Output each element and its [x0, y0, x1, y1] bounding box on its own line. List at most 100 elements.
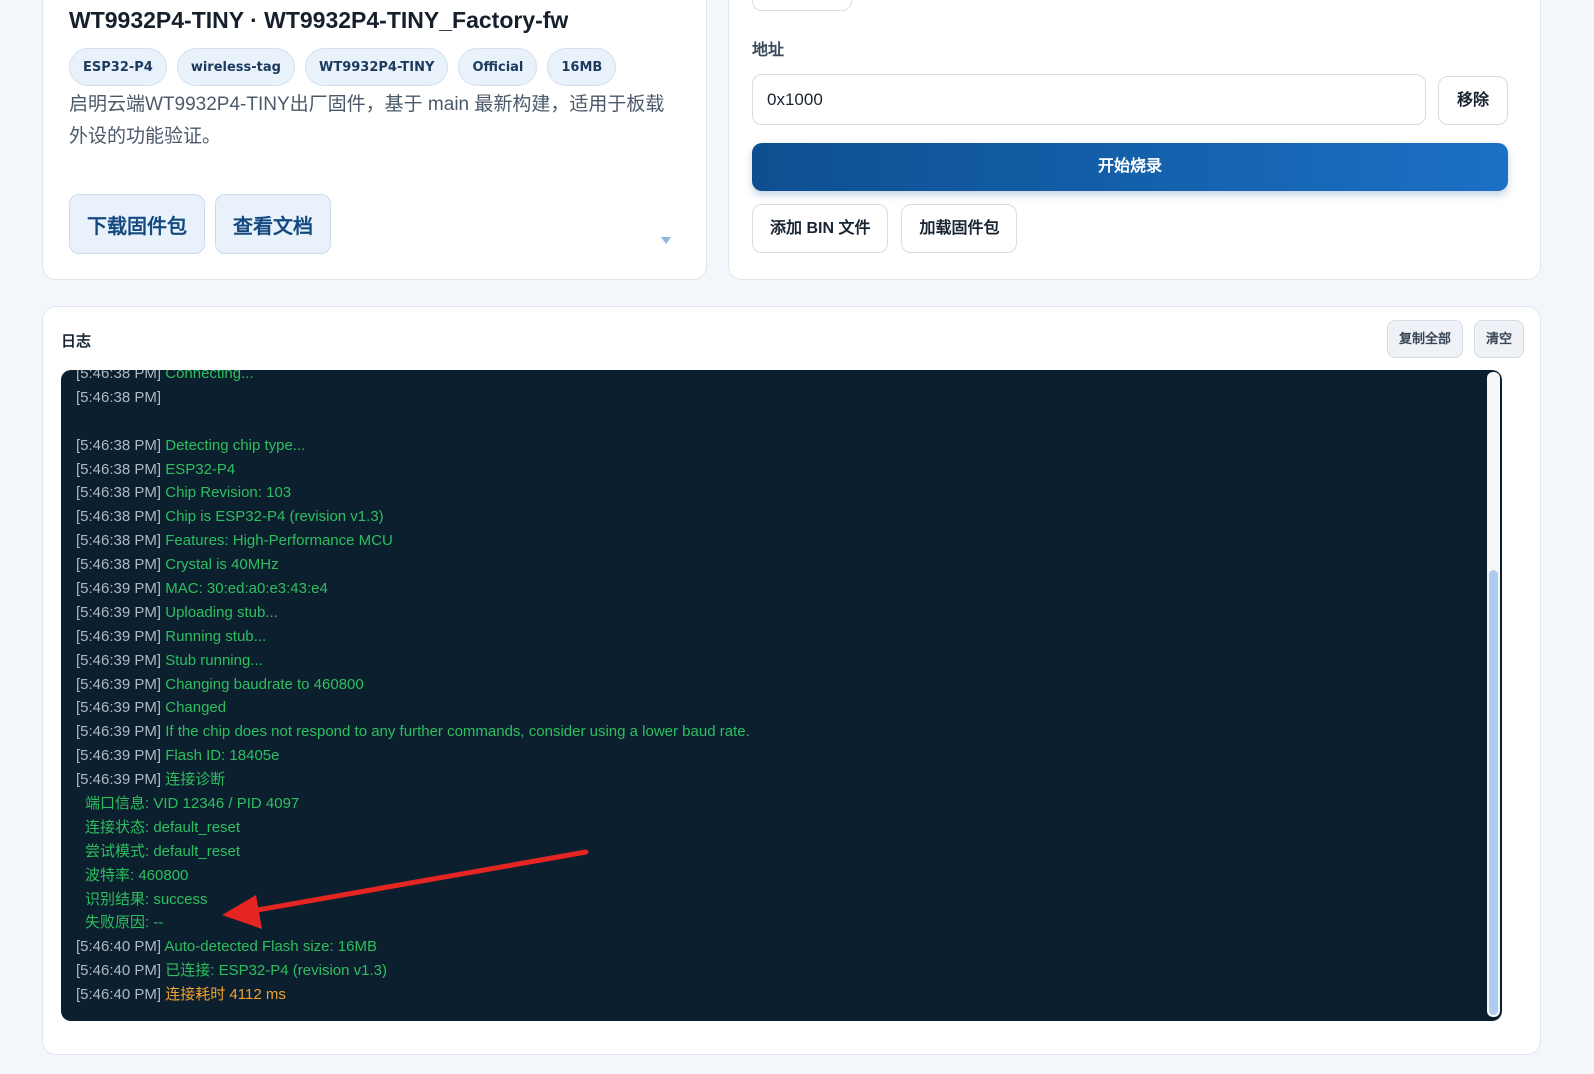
- log-line: 识别结果: success: [76, 888, 1472, 912]
- log-message: Stub running...: [165, 651, 263, 669]
- log-line: 连接状态: default_reset: [76, 816, 1472, 840]
- log-line: [5:46:39 PM] Running stub...: [76, 625, 1472, 649]
- log-message: Connecting...: [165, 370, 254, 382]
- log-line: [5:46:39 PM] Changed: [76, 696, 1472, 720]
- log-line: [5:46:39 PM] Uploading stub...: [76, 601, 1472, 625]
- address-input[interactable]: 0x1000: [752, 74, 1426, 125]
- tag-official: Official: [458, 48, 538, 86]
- copy-all-button[interactable]: 复制全部: [1386, 320, 1463, 358]
- log-timestamp: [5:46:39 PM]: [76, 723, 162, 741]
- log-line: 波特率: 460800: [76, 864, 1472, 888]
- tag-flash-size: 16MB: [547, 48, 617, 86]
- firmware-tags: ESP32-P4 wireless-tag WT9932P4-TINY Offi…: [69, 48, 617, 86]
- log-timestamp: [5:46:39 PM]: [76, 651, 162, 669]
- load-package-button[interactable]: 加载固件包: [901, 204, 1018, 253]
- log-line: [5:46:39 PM] 连接诊断: [76, 768, 1472, 792]
- log-message: 波特率: 460800: [85, 866, 189, 884]
- log-line: 失败原因: --: [76, 911, 1472, 935]
- log-timestamp: [5:46:40 PM]: [76, 986, 162, 1004]
- log-line: [5:46:39 PM] Stub running...: [76, 649, 1472, 673]
- view-docs-button[interactable]: 查看文档: [215, 194, 331, 254]
- log-line: [5:46:38 PM] Detecting chip type...: [76, 434, 1472, 458]
- log-message: 端口信息: VID 12346 / PID 4097: [85, 795, 300, 813]
- log-message: Uploading stub...: [165, 603, 278, 621]
- log-line: 端口信息: VID 12346 / PID 4097: [76, 792, 1472, 816]
- log-timestamp: [5:46:38 PM]: [76, 436, 162, 454]
- log-line: [5:46:38 PM] Connecting...: [76, 370, 1472, 386]
- log-timestamp: [5:46:39 PM]: [76, 747, 162, 765]
- log-line: [5:46:39 PM] Flash ID: 18405e: [76, 744, 1472, 768]
- log-message: Crystal is 40MHz: [165, 556, 279, 574]
- log-line: [5:46:39 PM] If the chip does not respon…: [76, 720, 1472, 744]
- log-message: Chip Revision: 103: [165, 484, 292, 502]
- firmware-title: WT9932P4-TINY · WT9932P4-TINY_Factory-fw: [69, 7, 569, 33]
- log-line: [5:46:40 PM] 已连接: ESP32-P4 (revision v1.…: [76, 959, 1472, 983]
- log-timestamp: [5:46:39 PM]: [76, 771, 162, 789]
- log-line: [5:46:39 PM] Changing baudrate to 460800: [76, 673, 1472, 697]
- log-message: 已连接: ESP32-P4 (revision v1.3): [165, 962, 387, 980]
- log-timestamp: [5:46:38 PM]: [76, 556, 162, 574]
- remove-button[interactable]: 移除: [1438, 76, 1508, 125]
- log-line: 尝试模式: default_reset: [76, 840, 1472, 864]
- log-timestamp: [5:46:38 PM]: [76, 388, 162, 406]
- log-timestamp: [5:46:38 PM]: [76, 370, 162, 382]
- log-message: 连接诊断: [165, 771, 226, 789]
- log-lines: [5:46:38 PM] Connecting... [5:46:38 PM] […: [76, 370, 1472, 1007]
- log-message: Features: High-Performance MCU: [165, 532, 393, 550]
- log-line: [5:46:38 PM] Chip is ESP32-P4 (revision …: [76, 505, 1472, 529]
- clear-log-button[interactable]: 清空: [1473, 320, 1524, 358]
- log-timestamp: [5:46:38 PM]: [76, 532, 162, 550]
- log-card: 日志 复制全部 清空 [5:46:38 PM] Connecting... [5:…: [42, 306, 1541, 1055]
- log-message: Changed: [165, 699, 227, 717]
- log-message: 连接耗时 4112 ms: [165, 986, 286, 1004]
- log-message: Auto-detected Flash size: 16MB: [164, 938, 378, 956]
- log-timestamp: [5:46:38 PM]: [76, 508, 162, 526]
- log-message: ESP32-P4: [165, 460, 236, 478]
- log-line: [5:46:38 PM] Chip Revision: 103: [76, 481, 1472, 505]
- address-label: 地址: [752, 42, 785, 59]
- start-flash-button[interactable]: 开始烧录: [752, 143, 1508, 191]
- log-line: [5:46:40 PM] 连接耗时 4112 ms: [76, 983, 1472, 1007]
- flasher-card: 地址 0x1000 移除 开始烧录 添加 BIN 文件 加载固件包: [728, 0, 1541, 280]
- log-title: 日志: [61, 333, 92, 350]
- tag-chip: ESP32-P4: [69, 48, 167, 86]
- log-message: Running stub...: [165, 627, 267, 645]
- log-scrollbar-thumb[interactable]: [1489, 570, 1498, 1015]
- log-timestamp: [5:46:39 PM]: [76, 699, 162, 717]
- log-line: [5:46:38 PM] ESP32-P4: [76, 458, 1472, 482]
- log-message: 失败原因: --: [85, 914, 164, 932]
- log-line: [5:46:40 PM] Auto-detected Flash size: 1…: [76, 935, 1472, 959]
- log-message: 识别结果: success: [85, 890, 208, 908]
- tag-vendor: wireless-tag: [176, 48, 295, 86]
- log-message: 连接状态: default_reset: [85, 818, 241, 836]
- log-timestamp: [5:46:39 PM]: [76, 603, 162, 621]
- log-scrollbar[interactable]: [1487, 372, 1500, 1017]
- log-timestamp: [5:46:38 PM]: [76, 484, 162, 502]
- log-message: Flash ID: 18405e: [165, 747, 280, 765]
- chevron-down-icon[interactable]: [661, 237, 671, 244]
- log-message: Changing baudrate to 460800: [165, 675, 364, 693]
- log-timestamp: [5:46:40 PM]: [76, 962, 162, 980]
- log-timestamp: [5:46:39 PM]: [76, 627, 162, 645]
- log-timestamp: [5:46:38 PM]: [76, 460, 162, 478]
- log-message: 尝试模式: default_reset: [85, 842, 241, 860]
- log-message: If the chip does not respond to any furt…: [165, 723, 750, 741]
- firmware-description: 启明云端WT9932P4-TINY出厂固件，基于 main 最新构建，适用于板载…: [69, 94, 665, 147]
- log-line: [5:46:38 PM] Features: High-Performance …: [76, 529, 1472, 553]
- partial-input-field[interactable]: [752, 0, 852, 11]
- download-firmware-button[interactable]: 下载固件包: [69, 194, 205, 254]
- log-line: [5:46:39 PM] MAC: 30:ed:a0:e3:43:e4: [76, 577, 1472, 601]
- tag-board: WT9932P4-TINY: [304, 48, 449, 86]
- log-timestamp: [5:46:39 PM]: [76, 675, 162, 693]
- log-line: [5:46:38 PM]: [76, 386, 1472, 410]
- log-terminal[interactable]: [5:46:38 PM] Connecting... [5:46:38 PM] […: [61, 370, 1502, 1021]
- log-line: [5:46:38 PM] Crystal is 40MHz: [76, 553, 1472, 577]
- log-timestamp: [5:46:39 PM]: [76, 580, 162, 598]
- add-bin-button[interactable]: 添加 BIN 文件: [752, 204, 889, 253]
- log-message: Chip is ESP32-P4 (revision v1.3): [165, 508, 384, 526]
- firmware-card: WT9932P4-TINY · WT9932P4-TINY_Factory-fw…: [42, 0, 707, 280]
- log-message: Detecting chip type...: [165, 436, 306, 454]
- log-timestamp: [5:46:40 PM]: [76, 938, 162, 956]
- log-message: MAC: 30:ed:a0:e3:43:e4: [165, 580, 328, 598]
